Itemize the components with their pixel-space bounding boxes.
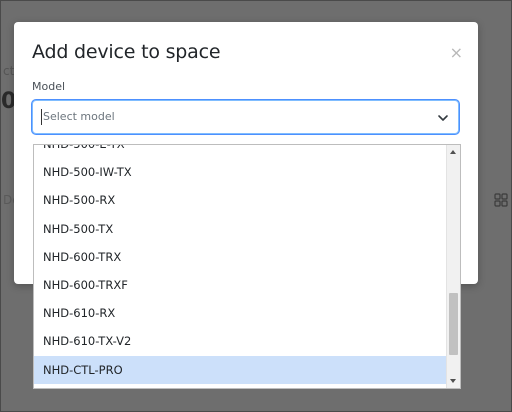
dropdown-option[interactable]: NHD-500-E-TX [34,145,447,158]
scrollbar[interactable] [446,145,460,388]
modal-title: Add device to space [32,41,221,63]
model-select[interactable]: Select model [32,100,459,134]
dropdown-option[interactable]: NHD-610-TX-V2 [34,327,447,355]
dropdown-option[interactable]: NHD-500-RX [34,186,447,214]
scroll-thumb[interactable] [449,293,458,355]
dropdown-option[interactable]: NHD-500-TX [34,215,447,243]
background-text: ct [3,64,15,78]
dropdown-option[interactable]: NHD-610-RX [34,299,447,327]
scroll-up-arrow[interactable] [450,150,456,154]
app-window: ct 0 De Add device to space × Model Sele… [0,0,512,412]
close-icon[interactable]: × [450,43,463,62]
scroll-down-arrow[interactable] [450,379,456,383]
dropdown-option[interactable]: NHD-600-TRXF [34,271,447,299]
chevron-down-icon[interactable] [437,112,449,124]
grid-icon [494,193,508,207]
select-placeholder: Select model [43,110,115,123]
dropdown-option[interactable]: NHD-CTL-PRO [34,355,447,384]
dropdown-option[interactable]: NHD-500-IW-TX [34,158,447,186]
option-list: NHD-500-E-TX NHD-500-IW-TX NHD-500-RX NHD-5… [34,145,447,384]
model-dropdown-list[interactable]: NHD-500-E-TX NHD-500-IW-TX NHD-500-RX NHD-5… [33,144,461,389]
model-label: Model [32,80,66,93]
text-caret [41,109,42,125]
dropdown-option[interactable]: NHD-600-TRX [34,243,447,271]
